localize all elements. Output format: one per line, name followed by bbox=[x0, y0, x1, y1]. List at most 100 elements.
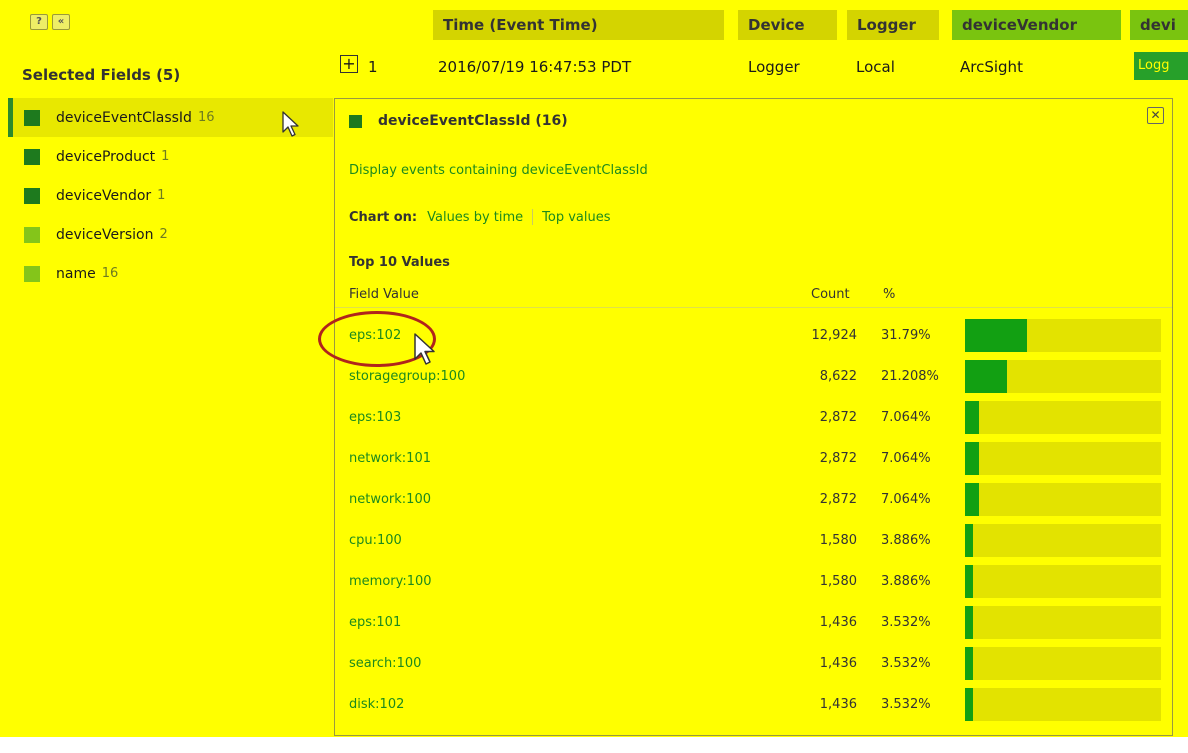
values-by-time-link[interactable]: Values by time bbox=[427, 210, 523, 225]
field-value-link[interactable]: cpu:100 bbox=[349, 533, 402, 548]
collapse-panel-button[interactable]: « bbox=[52, 14, 70, 30]
value-count: 1,436 bbox=[819, 615, 857, 630]
column-header-percent: % bbox=[883, 287, 896, 302]
selected-fields-title: Selected Fields (5) bbox=[22, 66, 181, 84]
percent-bar-fill bbox=[965, 647, 973, 680]
field-name: deviceVersion bbox=[56, 226, 154, 243]
header-divider bbox=[335, 307, 1172, 308]
field-value-link[interactable]: disk:102 bbox=[349, 697, 404, 712]
value-count: 1,580 bbox=[819, 533, 857, 548]
percent-bar-track bbox=[965, 319, 1161, 352]
fields-panel: ? « Selected Fields (5) deviceEventClass… bbox=[0, 0, 333, 737]
popup-title: deviceEventClassId (16) bbox=[349, 113, 568, 129]
percent-bar-track bbox=[965, 647, 1161, 680]
field-color-swatch bbox=[24, 265, 40, 282]
cell-vendor: ArcSight bbox=[960, 58, 1023, 76]
percent-bar-fill bbox=[965, 483, 979, 516]
field-item-deviceVendor[interactable]: deviceVendor 1 bbox=[8, 176, 333, 215]
percent-bar-fill bbox=[965, 401, 979, 434]
field-name: deviceEventClassId bbox=[56, 109, 192, 126]
percent-bar-fill bbox=[965, 606, 973, 639]
field-value-link[interactable]: eps:103 bbox=[349, 410, 401, 425]
chart-on-label: Chart on: bbox=[349, 209, 418, 225]
percent-bar-fill bbox=[965, 442, 979, 475]
field-color-swatch bbox=[24, 109, 40, 126]
value-count: 2,872 bbox=[819, 410, 857, 425]
top-value-row: network:100 2,872 7.064% bbox=[335, 479, 1172, 520]
field-item-name[interactable]: name 16 bbox=[8, 254, 333, 293]
top-value-row: memory:100 1,580 3.886% bbox=[335, 561, 1172, 602]
percent-bar-track bbox=[965, 688, 1161, 721]
percent-bar-track bbox=[965, 401, 1161, 434]
percent-bar-fill bbox=[965, 319, 1027, 352]
percent-bar-fill bbox=[965, 524, 973, 557]
field-count: 16 bbox=[197, 110, 215, 125]
column-header-time[interactable]: Time (Event Time) bbox=[433, 10, 724, 40]
top-value-row: eps:102 12,924 31.79% bbox=[335, 315, 1172, 356]
value-count: 1,436 bbox=[819, 656, 857, 671]
percent-bar-fill bbox=[965, 688, 973, 721]
field-item-deviceVersion[interactable]: deviceVersion 2 bbox=[8, 215, 333, 254]
value-count: 2,872 bbox=[819, 492, 857, 507]
field-count: 2 bbox=[159, 227, 168, 242]
field-name: deviceProduct bbox=[56, 148, 156, 165]
mouse-pointer-icon bbox=[282, 111, 299, 137]
value-count: 2,872 bbox=[819, 451, 857, 466]
row-index: 1 bbox=[368, 58, 378, 76]
mouse-pointer-icon bbox=[414, 333, 435, 365]
top-values-title: Top 10 Values bbox=[349, 255, 450, 270]
top-value-row: storagegroup:100 8,622 21.208% bbox=[335, 356, 1172, 397]
top-values-link[interactable]: Top values bbox=[542, 210, 610, 225]
column-header-device[interactable]: Device bbox=[738, 10, 837, 40]
display-events-link[interactable]: Display events containing deviceEventCla… bbox=[349, 163, 648, 178]
field-item-deviceProduct[interactable]: deviceProduct 1 bbox=[8, 137, 333, 176]
close-icon[interactable]: ✕ bbox=[1147, 107, 1164, 124]
percent-bar-track bbox=[965, 483, 1161, 516]
field-value-link[interactable]: network:100 bbox=[349, 492, 431, 507]
field-count: 1 bbox=[161, 149, 170, 164]
percent-bar-track bbox=[965, 606, 1161, 639]
value-percent: 3.886% bbox=[881, 574, 931, 589]
cell-logger: Local bbox=[856, 58, 895, 76]
link-separator bbox=[532, 209, 534, 225]
column-header-deviceProduct[interactable]: devi bbox=[1130, 10, 1188, 40]
value-count: 12,924 bbox=[811, 328, 858, 343]
field-value-link[interactable]: eps:101 bbox=[349, 615, 401, 630]
value-percent: 21.208% bbox=[881, 369, 939, 384]
field-value-link[interactable]: storagegroup:100 bbox=[349, 369, 465, 384]
field-value-link[interactable]: network:101 bbox=[349, 451, 431, 466]
field-count: 1 bbox=[157, 188, 166, 203]
field-item-deviceEventClassId[interactable]: deviceEventClassId 16 bbox=[8, 98, 333, 137]
cell-device: Logger bbox=[748, 58, 800, 76]
value-percent: 3.886% bbox=[881, 533, 931, 548]
popup-title-text: deviceEventClassId (16) bbox=[378, 113, 568, 129]
value-percent: 3.532% bbox=[881, 656, 931, 671]
percent-bar-track bbox=[965, 524, 1161, 557]
field-summary-popup: deviceEventClassId (16) ✕ Display events… bbox=[334, 98, 1173, 736]
cell-time: 2016/07/19 16:47:53 PDT bbox=[438, 58, 632, 76]
field-color-swatch bbox=[24, 226, 40, 243]
value-percent: 7.064% bbox=[881, 410, 931, 425]
top-value-row: eps:101 1,436 3.532% bbox=[335, 602, 1172, 643]
column-header-field-value: Field Value bbox=[349, 287, 419, 302]
top-value-row: network:101 2,872 7.064% bbox=[335, 438, 1172, 479]
expand-row-icon[interactable]: + bbox=[340, 55, 358, 73]
field-name: deviceVendor bbox=[56, 187, 152, 204]
column-header-logger[interactable]: Logger bbox=[847, 10, 939, 40]
field-name: name bbox=[56, 265, 96, 282]
selected-fields-list: deviceEventClassId 16 deviceProduct 1 de… bbox=[8, 98, 333, 293]
top-value-row: disk:102 1,436 3.532% bbox=[335, 684, 1172, 725]
column-header-deviceVendor[interactable]: deviceVendor bbox=[952, 10, 1121, 40]
column-header-count: Count bbox=[811, 287, 850, 302]
percent-bar-track bbox=[965, 360, 1161, 393]
field-value-link[interactable]: search:100 bbox=[349, 656, 421, 671]
field-color-swatch bbox=[24, 148, 40, 165]
help-button[interactable]: ? bbox=[30, 14, 48, 30]
field-count: 16 bbox=[101, 266, 119, 281]
value-percent: 3.532% bbox=[881, 697, 931, 712]
value-count: 1,580 bbox=[819, 574, 857, 589]
field-value-link[interactable]: memory:100 bbox=[349, 574, 432, 589]
value-percent: 7.064% bbox=[881, 451, 931, 466]
percent-bar-fill bbox=[965, 565, 973, 598]
percent-bar-fill bbox=[965, 360, 1007, 393]
